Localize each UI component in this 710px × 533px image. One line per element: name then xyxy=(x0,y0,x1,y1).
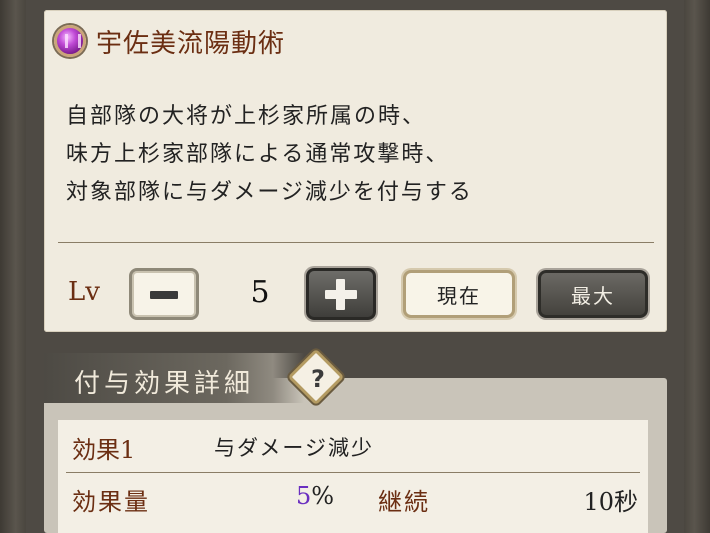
level-decrease-button[interactable] xyxy=(129,268,199,320)
amount-value: 5% xyxy=(296,482,334,510)
effect-detail-box: 効果1 与ダメージ減少 効果量 5% 継続 10秒 xyxy=(58,420,648,533)
skill-title: 宇佐美流陽動術 xyxy=(96,28,286,59)
description-line-1: 自部隊の大将が上杉家所属の時、 xyxy=(66,104,427,129)
amount-number: 5 xyxy=(296,482,312,510)
effect-stats-row: 効果量 5% 継続 10秒 xyxy=(72,478,642,518)
effect-description: 与ダメージ減少 xyxy=(214,436,374,460)
effect-divider xyxy=(66,472,640,473)
plus-icon-vertical xyxy=(336,279,345,310)
duration-label: 継続 xyxy=(378,488,430,516)
detail-header-title: 付与効果詳細 xyxy=(74,369,255,399)
skill-panel: 宇佐美流陽動術 自部隊の大将が上杉家所属の時、 味方上杉家部隊による通常攻撃時、… xyxy=(44,10,667,332)
level-label: Lv xyxy=(68,277,100,307)
skill-title-row: 宇佐美流陽動術 xyxy=(54,20,285,62)
window-frame-right xyxy=(684,0,710,533)
purple-gem-icon xyxy=(54,25,86,57)
skill-description: 自部隊の大将が上杉家所属の時、 味方上杉家部隊による通常攻撃時、 対象部隊に与ダ… xyxy=(66,98,473,212)
max-level-button[interactable]: 最大 xyxy=(538,270,648,318)
amount-label: 効果量 xyxy=(72,488,150,516)
level-increase-button[interactable] xyxy=(306,268,376,320)
level-controls: Lv 5 現在 最大 xyxy=(44,265,667,321)
amount-unit: % xyxy=(311,482,335,510)
level-value: 5 xyxy=(250,275,270,310)
description-line-2: 味方上杉家部隊による通常攻撃時、 xyxy=(66,142,450,167)
window-frame-left xyxy=(0,0,26,533)
current-level-button[interactable]: 現在 xyxy=(403,270,515,318)
effect-name: 効果1 xyxy=(72,436,136,464)
help-icon[interactable]: ? xyxy=(298,359,338,399)
effect-row: 効果1 与ダメージ減少 xyxy=(72,428,642,466)
description-line-3: 対象部隊に与ダメージ減少を付与する xyxy=(66,180,473,205)
minus-icon xyxy=(150,291,178,299)
duration-value: 10秒 xyxy=(583,488,638,516)
section-divider xyxy=(58,242,654,243)
detail-header: 付与効果詳細 ? xyxy=(44,348,345,406)
